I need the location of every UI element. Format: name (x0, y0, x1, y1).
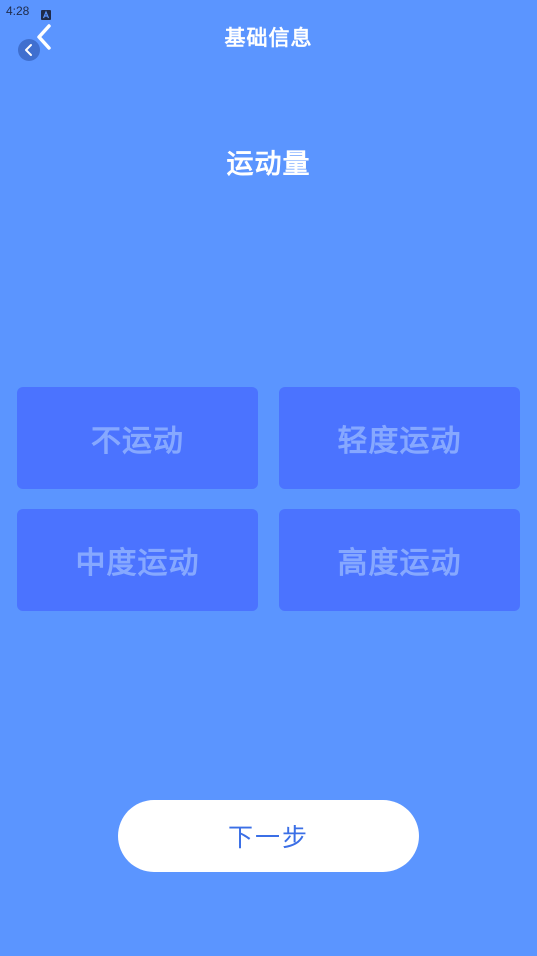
status-bar: 4:28 (0, 0, 537, 22)
header: 基础信息 (0, 20, 537, 61)
option-light-exercise[interactable]: 轻度运动 (279, 387, 520, 489)
status-time: 4:28 (6, 4, 30, 18)
option-no-exercise[interactable]: 不运动 (17, 387, 258, 489)
option-moderate-exercise[interactable]: 中度运动 (17, 509, 258, 611)
page-title: 基础信息 (224, 26, 313, 50)
a-icon (41, 5, 51, 20)
section-title: 运动量 (226, 149, 311, 180)
next-button[interactable]: 下一步 (118, 800, 419, 872)
option-intense-exercise[interactable]: 高度运动 (279, 509, 520, 611)
